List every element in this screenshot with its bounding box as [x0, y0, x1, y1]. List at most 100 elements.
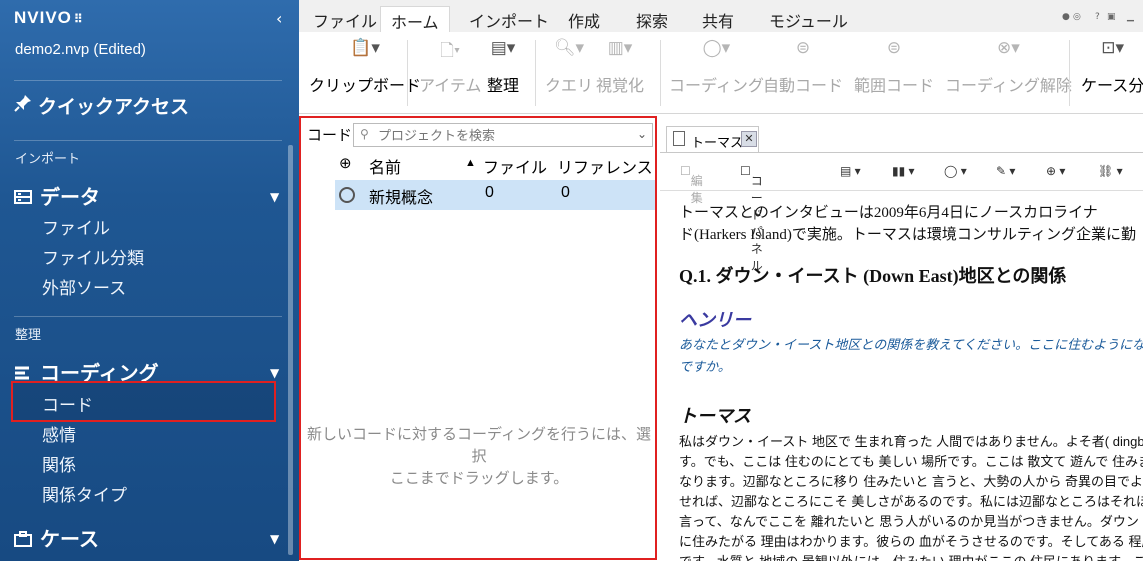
close-icon[interactable]: ✕: [741, 131, 757, 147]
annotation-icon[interactable]: ▤ ▾: [840, 164, 861, 178]
range-code-icon: ⊜: [886, 38, 902, 57]
tab-explore[interactable]: 探索: [626, 6, 678, 32]
edit-toggle[interactable]: ☐ 編集: [680, 164, 703, 205]
answer-paragraph: 私はダウン・イースト 地区で 生まれ育った 人間ではありません。よそ者( din…: [679, 432, 1143, 561]
clipboard-label: クリップボード: [309, 78, 422, 95]
sidebar-item-external-sources[interactable]: 外部ソース: [42, 274, 126, 299]
sidebar-scrollbar[interactable]: [288, 145, 293, 555]
sidebar-group-data[interactable]: データ: [14, 181, 100, 210]
stripes-icon[interactable]: ▮▮ ▾: [892, 164, 915, 178]
chevron-down-icon[interactable]: ▼: [270, 532, 279, 546]
visualize-label: 視覚化: [596, 78, 645, 95]
link-icon[interactable]: ⛓ ▾: [1098, 164, 1123, 178]
autocode-label: 自動コード: [763, 78, 844, 95]
tab-file[interactable]: ファイル: [303, 6, 387, 32]
account-icon[interactable]: ◎: [1073, 12, 1081, 22]
code-node-icon: [339, 187, 355, 203]
column-references[interactable]: リファレンス: [557, 154, 653, 178]
more-icon[interactable]: ●: [1062, 12, 1070, 22]
answer-line: す。でも、ここは 住むのにとても 美しい 場所です。ここは 散文て 遊んで 住み…: [679, 454, 1143, 469]
coding-label: コーディング: [669, 78, 764, 95]
chevron-down-icon[interactable]: ▼: [270, 366, 279, 380]
uncode-button[interactable]: ⊗▾ コーディング解除: [945, 38, 1072, 96]
tab-share[interactable]: 共有: [692, 6, 744, 32]
tab-import[interactable]: インポート: [459, 6, 559, 32]
clipboard-button[interactable]: 📋▾ クリップボード: [309, 38, 421, 96]
respondent-name: トーマス: [679, 406, 751, 426]
answer-line: せれば、辺鄙なところにこそ 美しさがあるのです。私には辺鄙なところはそれほど: [679, 494, 1143, 509]
project-name: demo2.nvp (Edited): [15, 41, 146, 58]
uncode-label: コーディング解除: [945, 78, 1072, 95]
sidebar-item-file-classifications[interactable]: ファイル分類: [42, 244, 144, 269]
sidebar-group-cases[interactable]: ケース: [14, 523, 99, 552]
lock-icon[interactable]: ▣: [1107, 12, 1116, 22]
search-input[interactable]: [378, 126, 628, 144]
drag-hint: 新しいコードに対するコーディングを行うには、選択 ここまでドラッグします。: [301, 424, 657, 490]
sidebar-divider: [14, 80, 282, 81]
quick-access-link[interactable]: クイックアクセス: [14, 92, 189, 119]
quick-access-label: クイックアクセス: [38, 97, 190, 118]
drag-hint-line: 新しいコードに対するコーディングを行うには、選択: [307, 426, 651, 465]
ribbon-toolbar: 📋▾ クリップボード 🗋▾ アイテム ▤▾ 整理 🔍︎▾ クエリ ▥▾ 視覚化 …: [299, 32, 1143, 114]
code-files-count: 0: [485, 184, 494, 201]
data-group-label: データ: [40, 187, 100, 209]
document-icon: 🗋▾: [440, 41, 461, 60]
answer-line: に住みたがる 理由はわかります。彼らの 血がそうさせるのです。そしてある 程度そ: [679, 534, 1143, 549]
sidebar-item-codes[interactable]: コード: [42, 391, 93, 416]
range-code-button[interactable]: ⊜ 範囲コード: [854, 38, 934, 96]
interviewer-name: ヘンリー: [679, 310, 751, 330]
zoom-icon[interactable]: ⊕ ▾: [1046, 164, 1065, 178]
chevron-down-icon[interactable]: ▼: [270, 190, 279, 204]
sidebar-item-files[interactable]: ファイル: [42, 214, 110, 239]
answer-line: 言って、なんでここを 離れたいと 思う人がいるのか見当がつきません。ダウン・イ: [679, 514, 1143, 529]
document-tab[interactable]: トーマス ✕: [666, 126, 759, 152]
ribbon-separator: [1069, 40, 1070, 106]
toolbar-divider: [660, 190, 1143, 191]
sidebar-item-relationship-types[interactable]: 関係タイプ: [42, 481, 127, 506]
case-icon: [14, 530, 32, 547]
tab-create[interactable]: 作成: [558, 6, 610, 32]
coding-button[interactable]: ◯▾ コーディング: [669, 38, 764, 96]
autocode-button[interactable]: ⊜ 自動コード: [763, 38, 843, 96]
query-icon: 🔍︎▾: [553, 38, 585, 57]
project-search[interactable]: ⚲ ⌄: [353, 123, 653, 147]
collapse-sidebar-chevron-icon[interactable]: ‹: [276, 9, 282, 28]
range-code-label: 範囲コード: [854, 78, 935, 95]
nvivo-logo: NVIVO ⠿: [14, 8, 84, 28]
chart-icon: ▥▾: [607, 38, 633, 57]
query-button[interactable]: 🔍︎▾ クエリ: [545, 38, 593, 96]
autocode-icon: ⊜: [795, 38, 811, 57]
sidebar-item-sentiment[interactable]: 感情: [42, 421, 76, 446]
ribbon-separator: [660, 40, 661, 106]
section-label-organize: 整理: [15, 327, 42, 342]
item-label: アイテム: [419, 78, 482, 95]
visualize-button[interactable]: ▥▾ 視覚化: [596, 38, 644, 96]
tab-modules[interactable]: モジュール: [759, 6, 858, 32]
sidebar-item-relationships[interactable]: 関係: [42, 451, 76, 476]
table-row[interactable]: 新規概念 0 0: [335, 180, 655, 210]
tab-divider: [660, 152, 1143, 153]
question-line: あなたとダウン・イースト地区との関係を教えてください。ここに住むようになら: [679, 337, 1143, 352]
document-icon: [673, 131, 685, 146]
help-icon[interactable]: ?: [1095, 12, 1100, 22]
coding-icon: [14, 364, 32, 380]
clipboard-icon: 📋▾: [350, 38, 380, 57]
ribbon-separator: [535, 40, 536, 106]
code-name: 新規概念: [369, 190, 434, 207]
answer-line: です。水質と 地域の 景観以外には、住みたい 理由がここの 住民にあります。ここ…: [679, 552, 1143, 561]
highlight-pen-icon[interactable]: ✎ ▾: [996, 164, 1015, 178]
case-classification-button[interactable]: ⊡▾ ケース分: [1081, 38, 1143, 96]
item-button[interactable]: 🗋▾ アイテム: [419, 38, 481, 96]
code-panel-toggle[interactable]: ☐ コードパネル: [740, 164, 763, 273]
sort-ascending-icon[interactable]: ▲: [465, 157, 476, 169]
organize-button[interactable]: ▤▾ 整理: [487, 38, 519, 96]
chevron-down-icon[interactable]: ⌄: [637, 127, 647, 141]
column-name[interactable]: 名前: [369, 154, 401, 178]
coding-circle-icon[interactable]: ◯ ▾: [944, 164, 967, 178]
minimize-icon[interactable]: ▁: [1127, 12, 1134, 22]
navigation-sidebar: NVIVO ⠿ ‹ demo2.nvp (Edited) クイックアクセス インポ…: [0, 0, 299, 561]
answer-line: 私はダウン・イースト 地区で 生まれ育った 人間ではありません。よそ者( din…: [679, 434, 1143, 449]
column-files[interactable]: ファイル: [483, 154, 547, 178]
add-code-icon[interactable]: ⊕: [339, 154, 352, 172]
tab-home[interactable]: ホーム: [380, 6, 450, 32]
